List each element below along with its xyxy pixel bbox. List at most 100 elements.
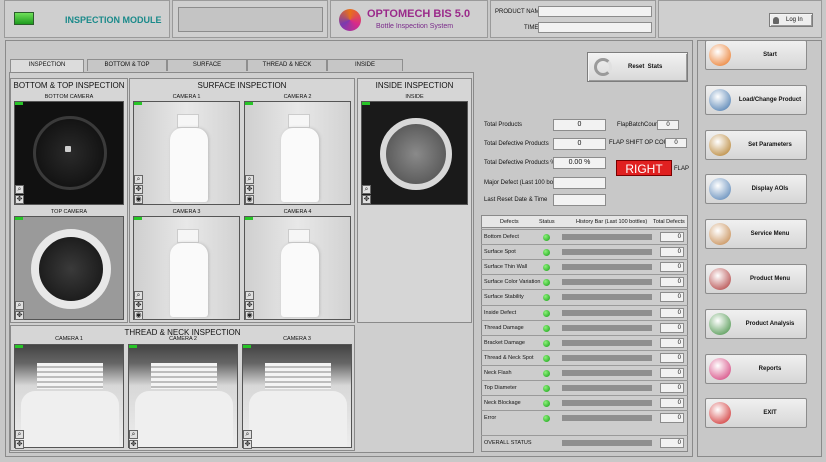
reports-icon bbox=[709, 357, 731, 380]
zoom-icon[interactable]: ⌕ bbox=[134, 175, 143, 184]
defect-row: Bracket Damage 0 bbox=[481, 334, 688, 350]
history-bar bbox=[562, 324, 652, 331]
bottom-camera-label: BOTTOM CAMERA bbox=[44, 94, 94, 100]
exit-button[interactable]: EXIT bbox=[705, 398, 807, 429]
tab-surface[interactable]: SURFACE bbox=[167, 59, 247, 71]
zoom-icon[interactable]: ⌕ bbox=[245, 175, 254, 184]
power-icon bbox=[709, 402, 731, 425]
pan-icon[interactable]: ✥ bbox=[15, 311, 24, 320]
sidebar-button-label: Display AOIs bbox=[751, 186, 789, 193]
zoom-icon[interactable]: ⌕ bbox=[15, 185, 24, 194]
pan-icon[interactable]: ✥ bbox=[243, 440, 252, 449]
history-bar bbox=[562, 339, 652, 346]
pan-icon[interactable]: ✥ bbox=[245, 185, 254, 194]
pan-icon[interactable]: ✥ bbox=[362, 195, 371, 204]
sidebar-button-label: Product Menu bbox=[750, 276, 790, 282]
brand-logo-icon bbox=[339, 9, 361, 31]
pan-icon[interactable]: ◉ bbox=[245, 311, 254, 320]
pan-icon[interactable]: ✥ bbox=[15, 440, 24, 449]
surface-camera-1-view[interactable] bbox=[133, 101, 240, 205]
display-icon bbox=[709, 178, 731, 201]
inside-title: INSIDE INSPECTION bbox=[375, 81, 454, 90]
last-reset-value bbox=[553, 194, 606, 206]
product-name-label: PRODUCT NAME bbox=[495, 9, 544, 15]
top-camera-view[interactable] bbox=[14, 216, 124, 320]
status-led-icon bbox=[543, 415, 550, 423]
history-bar bbox=[562, 264, 652, 271]
pan-icon[interactable]: ◉ bbox=[134, 311, 143, 320]
product-icon bbox=[709, 268, 731, 290]
display-aois-button[interactable]: Display AOIs bbox=[705, 174, 807, 205]
zoom-icon[interactable]: ⌕ bbox=[134, 291, 143, 300]
status-led-icon bbox=[543, 324, 550, 332]
pan-icon[interactable]: ✥ bbox=[134, 185, 143, 194]
defect-count: 0 bbox=[660, 232, 684, 242]
defect-name: Top Diameter bbox=[484, 385, 517, 391]
defect-row: Error 0 bbox=[481, 410, 688, 425]
header-defects: Defects bbox=[500, 219, 519, 225]
status-led-icon bbox=[543, 294, 550, 302]
defective-percent-label: Total Defective Products % bbox=[484, 160, 556, 166]
pan-icon[interactable]: ✥ bbox=[129, 440, 138, 449]
product-menu-button[interactable]: Product Menu bbox=[705, 264, 807, 294]
total-products-value: 0 bbox=[553, 119, 606, 131]
defect-count: 0 bbox=[660, 352, 684, 363]
reset-stats-button[interactable]: Reset Stats bbox=[587, 52, 688, 82]
pan-icon[interactable]: ✥ bbox=[134, 301, 143, 310]
history-bar bbox=[562, 234, 652, 240]
thread-camera-3-led bbox=[243, 345, 251, 348]
time-label: TIME bbox=[524, 25, 539, 31]
start-button[interactable]: Start bbox=[705, 40, 807, 70]
pan-icon[interactable]: ◉ bbox=[134, 195, 143, 204]
surface-camera-2-view[interactable] bbox=[244, 101, 351, 205]
defect-name: Surface Thin Wall bbox=[484, 264, 528, 271]
total-defective-label: Total Defective Products bbox=[484, 141, 549, 147]
reports-button[interactable]: Reports bbox=[705, 353, 807, 384]
thread-camera-1-view[interactable] bbox=[14, 344, 124, 448]
bottom-camera-view[interactable] bbox=[14, 101, 124, 205]
defect-row: Neck Blockage 0 bbox=[481, 395, 688, 410]
tab-bottom-top[interactable]: BOTTOM & TOP bbox=[87, 59, 167, 71]
tab-inside[interactable]: INSIDE bbox=[327, 59, 403, 71]
inside-camera-view[interactable] bbox=[361, 101, 468, 205]
defect-name: Bracket Damage bbox=[484, 339, 525, 346]
zoom-icon[interactable]: ⌕ bbox=[245, 291, 254, 300]
defect-row: Surface Spot 0 bbox=[481, 244, 688, 259]
defect-row: Bottom Defect 0 bbox=[481, 229, 688, 244]
pan-icon[interactable]: ✥ bbox=[15, 195, 24, 204]
defect-row: Surface Thin Wall 0 bbox=[481, 259, 688, 274]
overall-status-row: OVERALL STATUS 0 bbox=[481, 435, 688, 450]
product-analysis-button[interactable]: Product Analysis bbox=[705, 308, 807, 339]
flap-batch-value: 0 bbox=[657, 120, 679, 130]
history-bar bbox=[562, 354, 652, 361]
total-defective-value: 0 bbox=[553, 138, 606, 150]
zoom-icon[interactable]: ⌕ bbox=[362, 185, 371, 194]
defect-name: Surface Spot bbox=[484, 249, 516, 256]
tab-thread-neck[interactable]: THREAD & NECK bbox=[247, 59, 327, 71]
zoom-icon[interactable]: ⌕ bbox=[15, 301, 24, 310]
surface-camera-4-view[interactable] bbox=[244, 216, 351, 320]
defect-row: Inside Defect 0 bbox=[481, 304, 688, 320]
pan-icon[interactable]: ✥ bbox=[245, 301, 254, 310]
pan-icon[interactable]: ◉ bbox=[245, 195, 254, 204]
defect-row: Thread & Neck Spot 0 bbox=[481, 349, 688, 365]
zoom-icon[interactable]: ⌕ bbox=[243, 430, 252, 439]
service-menu-button[interactable]: Service Menu bbox=[705, 219, 807, 250]
thread-camera-3-view[interactable] bbox=[242, 344, 352, 448]
tab-inspection[interactable]: INSPECTION bbox=[10, 59, 84, 72]
history-bar bbox=[562, 400, 652, 407]
load-change-product-button[interactable]: Load/Change Product bbox=[705, 84, 807, 115]
surface-camera-3-view[interactable] bbox=[133, 216, 240, 320]
login-button[interactable]: Log In bbox=[769, 13, 813, 27]
status-led-icon bbox=[543, 279, 550, 287]
thread-camera-2-view[interactable] bbox=[128, 344, 238, 448]
thread-camera-2-led bbox=[129, 345, 137, 348]
zoom-icon[interactable]: ⌕ bbox=[15, 430, 24, 439]
set-parameters-button[interactable]: Set Parameters bbox=[705, 129, 807, 160]
last-reset-label: Last Reset Date & Time bbox=[484, 197, 548, 203]
history-bar bbox=[562, 385, 652, 391]
overall-count: 0 bbox=[660, 438, 684, 448]
inside-camera-led bbox=[362, 102, 370, 105]
bottom-camera-led bbox=[15, 102, 23, 105]
zoom-icon[interactable]: ⌕ bbox=[129, 430, 138, 439]
